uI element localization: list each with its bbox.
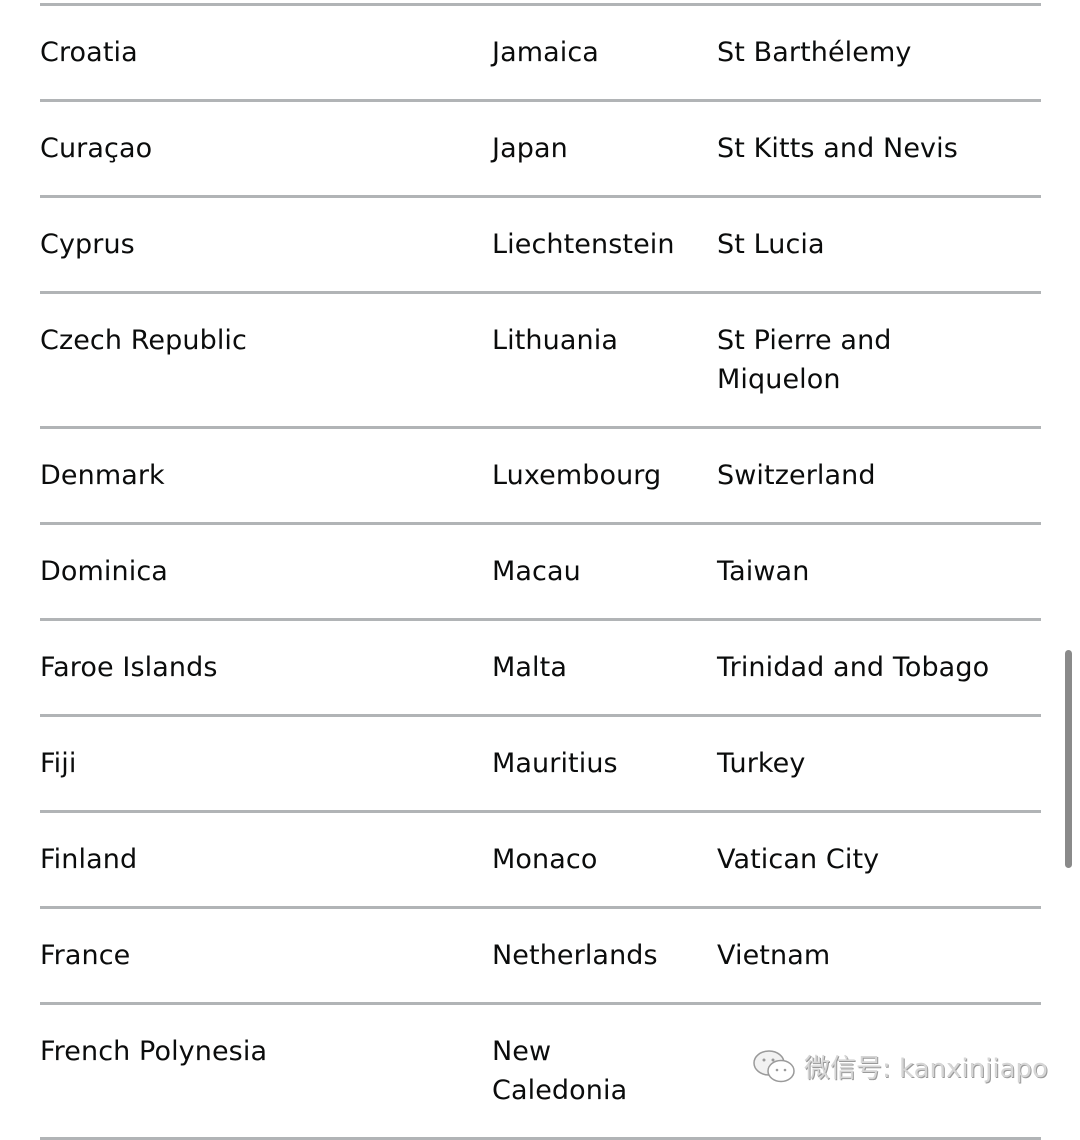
country-cell: St Lucia xyxy=(717,229,825,260)
country-cell: Luxembourg xyxy=(492,460,662,491)
country-cell: Vietnam xyxy=(717,940,831,971)
table-row: Cyprus Liechtenstein St Lucia xyxy=(40,195,1041,291)
country-cell: Denmark xyxy=(40,460,165,491)
country-cell: Mauritius xyxy=(492,748,618,779)
country-cell: Japan xyxy=(492,133,568,164)
country-cell: Turkey xyxy=(717,748,806,779)
country-cell: Switzerland xyxy=(717,460,876,491)
country-cell: Malta xyxy=(492,652,567,683)
country-cell: St Barthélemy xyxy=(717,37,912,68)
watermark: 微信号: kanxinjiapo xyxy=(752,1048,1048,1085)
table-row: Curaçao Japan St Kitts and Nevis xyxy=(40,99,1041,195)
country-cell: Monaco xyxy=(492,844,598,875)
country-cell: Lithuania xyxy=(492,325,618,356)
country-cell: Fiji xyxy=(40,748,77,779)
country-cell: France xyxy=(40,940,131,971)
table-row: Finland Monaco Vatican City xyxy=(40,810,1041,906)
wechat-icon xyxy=(753,1049,795,1082)
country-cell: St Kitts and Nevis xyxy=(717,133,958,164)
table-row: Czech Republic Lithuania St Pierre and M… xyxy=(40,291,1041,426)
table-row: Dominica Macau Taiwan xyxy=(40,522,1041,618)
country-cell: Taiwan xyxy=(717,556,810,587)
country-cell: Croatia xyxy=(40,37,138,68)
scrollbar[interactable] xyxy=(1065,650,1072,868)
country-cell: Curaçao xyxy=(40,133,153,164)
table-row: Denmark Luxembourg Switzerland xyxy=(40,426,1041,522)
table-row: France Netherlands Vietnam xyxy=(40,906,1041,1002)
country-table: Croatia Jamaica St Barthélemy Curaçao Ja… xyxy=(40,3,1041,1140)
country-cell: Finland xyxy=(40,844,138,875)
country-cell: Liechtenstein xyxy=(492,229,675,260)
country-cell: Cyprus xyxy=(40,229,135,260)
country-cell: Faroe Islands xyxy=(40,652,218,683)
country-cell: Dominica xyxy=(40,556,168,587)
watermark-text: 微信号: kanxinjiapo xyxy=(804,1054,1048,1084)
table-row: Croatia Jamaica St Barthélemy xyxy=(40,3,1041,99)
table-row: Faroe Islands Malta Trinidad and Tobago xyxy=(40,618,1041,714)
country-cell: St Pierre and Miquelon xyxy=(717,325,892,395)
country-cell: Vatican City xyxy=(717,844,880,875)
country-cell: Netherlands xyxy=(492,940,658,971)
country-cell: New Caledonia xyxy=(492,1036,628,1106)
country-cell: Trinidad and Tobago xyxy=(717,652,990,683)
country-cell: Jamaica xyxy=(492,37,599,68)
country-cell: French Polynesia xyxy=(40,1036,268,1067)
country-cell: Czech Republic xyxy=(40,325,247,356)
table-row: Fiji Mauritius Turkey xyxy=(40,714,1041,810)
country-cell: Macau xyxy=(492,556,581,587)
